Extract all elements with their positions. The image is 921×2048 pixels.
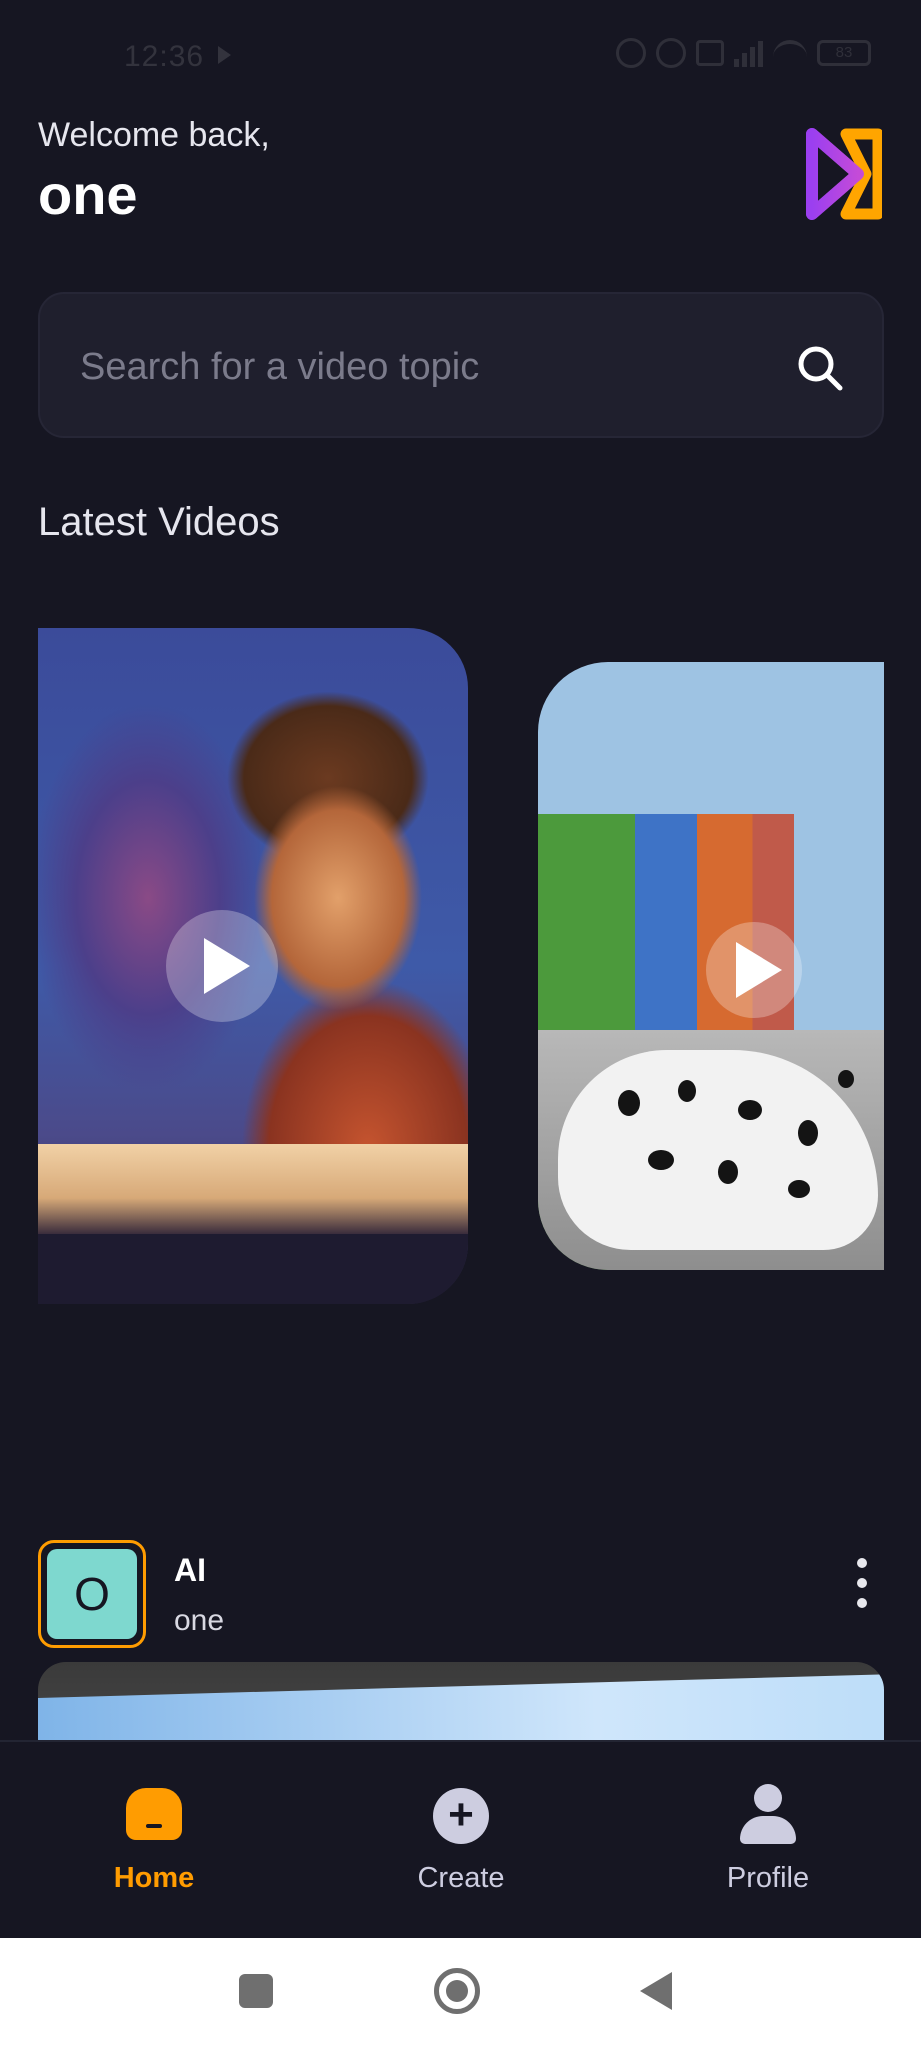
recent-apps-icon[interactable] — [239, 1974, 273, 2008]
video-author: one — [174, 1604, 225, 1637]
tab-label: Create — [417, 1862, 505, 1894]
status-time: 12:36 — [124, 40, 205, 73]
video-card-dalmatian[interactable] — [538, 662, 884, 1270]
status-icons: 83 — [616, 38, 871, 68]
home-icon — [126, 1788, 182, 1840]
video-card-programmer[interactable] — [38, 628, 468, 1304]
home-circle-icon[interactable] — [434, 1968, 480, 2014]
tab-label: Profile — [726, 1862, 810, 1894]
play-button[interactable] — [166, 910, 278, 1022]
play-logo-icon — [806, 128, 882, 220]
play-icon — [736, 942, 782, 998]
user-icon — [740, 1784, 796, 1846]
signal-icon — [734, 39, 763, 67]
bottom-tab-bar: Home + Create Profile — [0, 1740, 921, 1938]
play-button[interactable] — [706, 922, 802, 1018]
avatar-letter: O — [47, 1549, 137, 1639]
mute-icon — [616, 38, 646, 68]
tab-create[interactable]: + Create — [361, 1742, 561, 1940]
plus-circle-icon: + — [433, 1788, 489, 1844]
system-nav-bar — [0, 1938, 921, 2048]
more-options-icon[interactable] — [852, 1558, 872, 1608]
search-input[interactable] — [80, 334, 780, 400]
latest-videos-title: Latest Videos — [38, 500, 280, 544]
search-icon[interactable] — [796, 344, 844, 392]
avatar[interactable]: O — [38, 1540, 146, 1648]
video-title: AI — [174, 1552, 206, 1588]
welcome-text: Welcome back, — [38, 116, 270, 154]
back-icon[interactable] — [640, 1972, 672, 2010]
status-bar: 12:36 83 — [0, 0, 921, 110]
sim-icon — [696, 40, 724, 66]
battery-icon: 83 — [817, 40, 871, 66]
tab-label: Home — [113, 1862, 195, 1894]
home-screen: 12:36 83 Welcome back, one L — [0, 0, 921, 2048]
alarm-icon — [656, 38, 686, 68]
wifi-icon — [773, 40, 807, 66]
media-play-icon — [218, 46, 231, 64]
tab-profile[interactable]: Profile — [668, 1742, 868, 1940]
video-thumbnail-desk — [38, 1144, 468, 1234]
play-icon — [204, 938, 250, 994]
username: one — [38, 163, 138, 226]
tab-home[interactable]: Home — [54, 1742, 254, 1940]
search-bar[interactable] — [38, 292, 884, 438]
